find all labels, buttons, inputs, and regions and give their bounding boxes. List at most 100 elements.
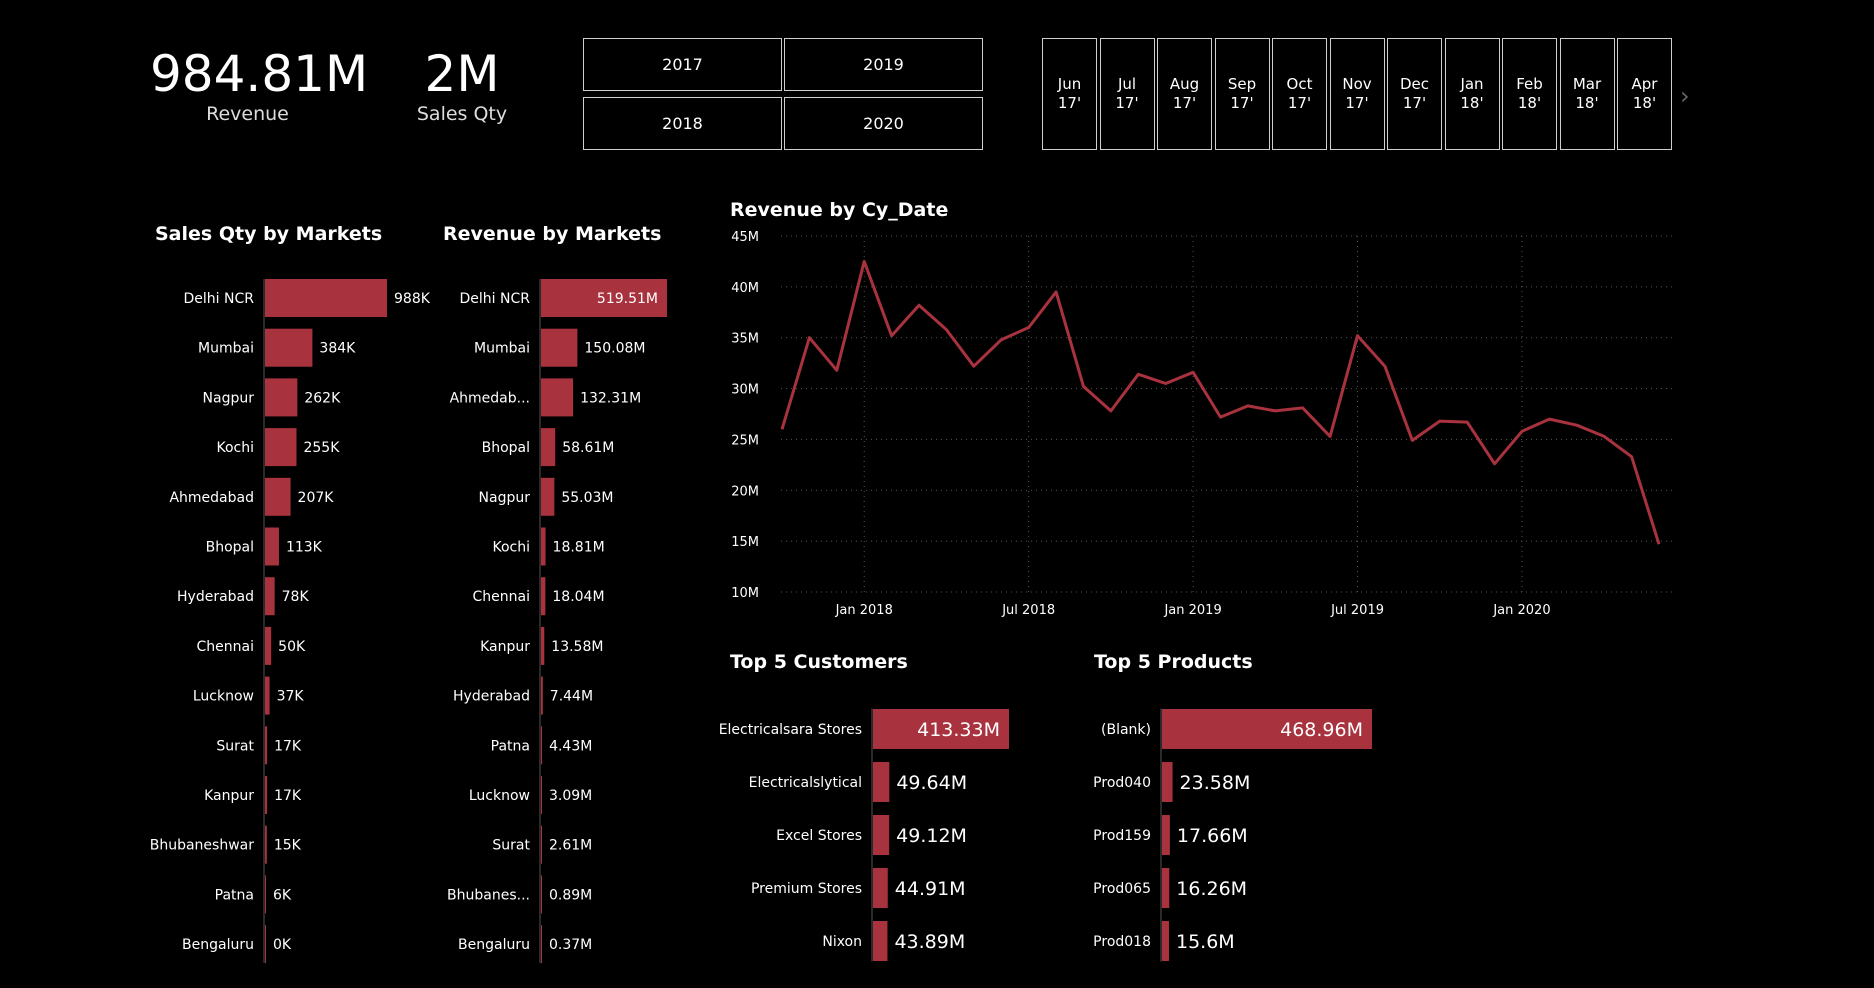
- sales-qty-data-label: 113K: [286, 540, 323, 556]
- sales-qty-category-label: Patna: [215, 887, 254, 903]
- sales-qty-bar: [265, 378, 298, 417]
- revenue-markets-bar: [541, 477, 555, 516]
- revenue-markets-category-label: Patna: [491, 738, 530, 754]
- sales-qty-data-label: 37K: [277, 689, 305, 705]
- sales-qty-data-label: 262K: [304, 390, 341, 406]
- sales-qty-bar: [265, 477, 291, 516]
- sales-qty-data-label: 17K: [274, 738, 302, 754]
- sales-qty-category-label: Hyderabad: [177, 589, 254, 605]
- line-chart-y-tick-label: 45M: [731, 230, 759, 245]
- top-customers-data-label: 43.89M: [894, 931, 965, 953]
- top-customers-data-label: 413.33M: [917, 719, 1000, 741]
- sales-qty-bar: [265, 925, 266, 964]
- revenue-markets-bar: [541, 875, 542, 914]
- sales-qty-data-label: 50K: [278, 639, 306, 655]
- revenue-markets-data-label: 13.58M: [551, 639, 603, 655]
- revenue-markets-category-label: Kanpur: [480, 639, 530, 655]
- top-customers-category-label: Electricalsara Stores: [719, 722, 862, 738]
- sales-qty-bar: [265, 726, 268, 765]
- line-chart-x-tick-label: Jul 2018: [1001, 603, 1055, 618]
- sales-qty-category-label: Bhubaneshwar: [150, 838, 254, 854]
- revenue-markets-data-label: 18.81M: [553, 540, 605, 556]
- sales-qty-data-label: 255K: [303, 440, 340, 456]
- revenue-markets-bar: [541, 527, 546, 566]
- sales-qty-data-label: 15K: [274, 838, 302, 854]
- sales-qty-category-label: Chennai: [197, 639, 254, 655]
- revenue-markets-data-label: 150.08M: [584, 341, 645, 357]
- sales-qty-bar: [265, 776, 268, 814]
- top-products-category-label: Prod040: [1093, 775, 1151, 791]
- revenue-markets-bar: [541, 676, 543, 715]
- revenue-markets-data-label: 0.89M: [549, 887, 592, 903]
- line-chart-x-tick-label: Jul 2019: [1330, 603, 1384, 618]
- sales-qty-bar: [265, 825, 267, 864]
- revenue-markets-data-label: 132.31M: [580, 390, 641, 406]
- sales-qty-bar: [265, 626, 272, 665]
- sales-qty-bar: [265, 428, 297, 467]
- line-chart-x-tick-label: Jan 2019: [1163, 603, 1221, 618]
- top-customers-category-label: Excel Stores: [776, 828, 862, 844]
- revenue-markets-category-label: Hyderabad: [453, 689, 530, 705]
- sales-qty-category-label: Kochi: [216, 440, 254, 456]
- sales-qty-bar: [265, 328, 313, 367]
- top-products-data-label: 468.96M: [1280, 719, 1363, 741]
- line-chart-y-tick-label: 35M: [731, 332, 759, 347]
- revenue-markets-category-label: Bengaluru: [458, 937, 530, 953]
- top-products-bar: [1162, 815, 1170, 855]
- revenue-markets-category-label: Surat: [492, 838, 530, 854]
- revenue-markets-bar: [541, 776, 542, 814]
- top-customers-category-label: Nixon: [822, 934, 862, 950]
- revenue-markets-category-label: Kochi: [492, 540, 530, 556]
- revenue-markets-bar: [541, 378, 574, 417]
- revenue-markets-data-label: 0.37M: [549, 937, 592, 953]
- sales-qty-category-label: Nagpur: [203, 390, 255, 406]
- revenue-markets-data-label: 58.61M: [562, 440, 614, 456]
- revenue-markets-data-label: 7.44M: [550, 689, 593, 705]
- dashboard-visuals: Delhi NCR 988K Mumbai 384K Nagpur 262K Kochi 25…: [150, 230, 1672, 964]
- sales-qty-data-label: 78K: [282, 589, 310, 605]
- revenue-markets-data-label: 18.04M: [552, 589, 604, 605]
- line-chart-y-tick-label: 25M: [731, 433, 759, 448]
- sales-qty-category-label: Mumbai: [198, 341, 254, 357]
- sales-qty-data-label: 17K: [274, 788, 302, 804]
- revenue-markets-category-label: Ahmedab...: [450, 390, 530, 406]
- top-customers-bar: [873, 921, 888, 961]
- revenue-markets-category-label: Lucknow: [469, 788, 530, 804]
- sales-qty-bar: [265, 527, 279, 566]
- revenue-markets-data-label: 55.03M: [561, 490, 613, 506]
- line-chart-x-tick-label: Jan 2018: [835, 603, 893, 618]
- revenue-markets-bar: [541, 925, 542, 964]
- top-products-category-label: Prod065: [1093, 881, 1151, 897]
- top-products-data-label: 16.26M: [1176, 878, 1247, 900]
- top-products-category-label: (Blank): [1101, 722, 1151, 738]
- revenue-markets-bar: [541, 825, 542, 864]
- line-chart-y-tick-label: 15M: [731, 535, 759, 550]
- revenue-markets-category-label: Bhubanes...: [447, 887, 530, 903]
- top-products-bar: [1162, 868, 1170, 908]
- top-products-bar: [1162, 762, 1173, 802]
- top-customers-data-label: 49.64M: [896, 772, 967, 794]
- revenue-markets-bar: [541, 577, 546, 616]
- top-customers-bar: [873, 815, 890, 855]
- line-chart-y-tick-label: 10M: [731, 586, 759, 601]
- sales-qty-category-label: Lucknow: [193, 689, 254, 705]
- revenue-markets-bar: [541, 626, 545, 665]
- sales-qty-bar: [265, 577, 275, 616]
- revenue-markets-bar: [541, 726, 543, 765]
- revenue-markets-category-label: Mumbai: [474, 341, 530, 357]
- line-chart-y-tick-label: 20M: [731, 484, 759, 499]
- sales-qty-category-label: Delhi NCR: [184, 291, 255, 307]
- revenue-markets-bar: [541, 328, 578, 367]
- top-products-category-label: Prod018: [1093, 934, 1151, 950]
- revenue-markets-category-label: Chennai: [473, 589, 530, 605]
- revenue-markets-category-label: Delhi NCR: [460, 291, 531, 307]
- sales-qty-data-label: 207K: [298, 490, 335, 506]
- sales-qty-data-label: 384K: [319, 341, 356, 357]
- sales-qty-bar: [265, 279, 387, 317]
- top-products-data-label: 17.66M: [1177, 825, 1248, 847]
- top-customers-data-label: 44.91M: [895, 878, 966, 900]
- top-products-category-label: Prod159: [1093, 828, 1151, 844]
- sales-qty-category-label: Ahmedabad: [169, 490, 254, 506]
- top-products-data-label: 15.6M: [1176, 931, 1235, 953]
- revenue-markets-category-label: Bhopal: [482, 440, 530, 456]
